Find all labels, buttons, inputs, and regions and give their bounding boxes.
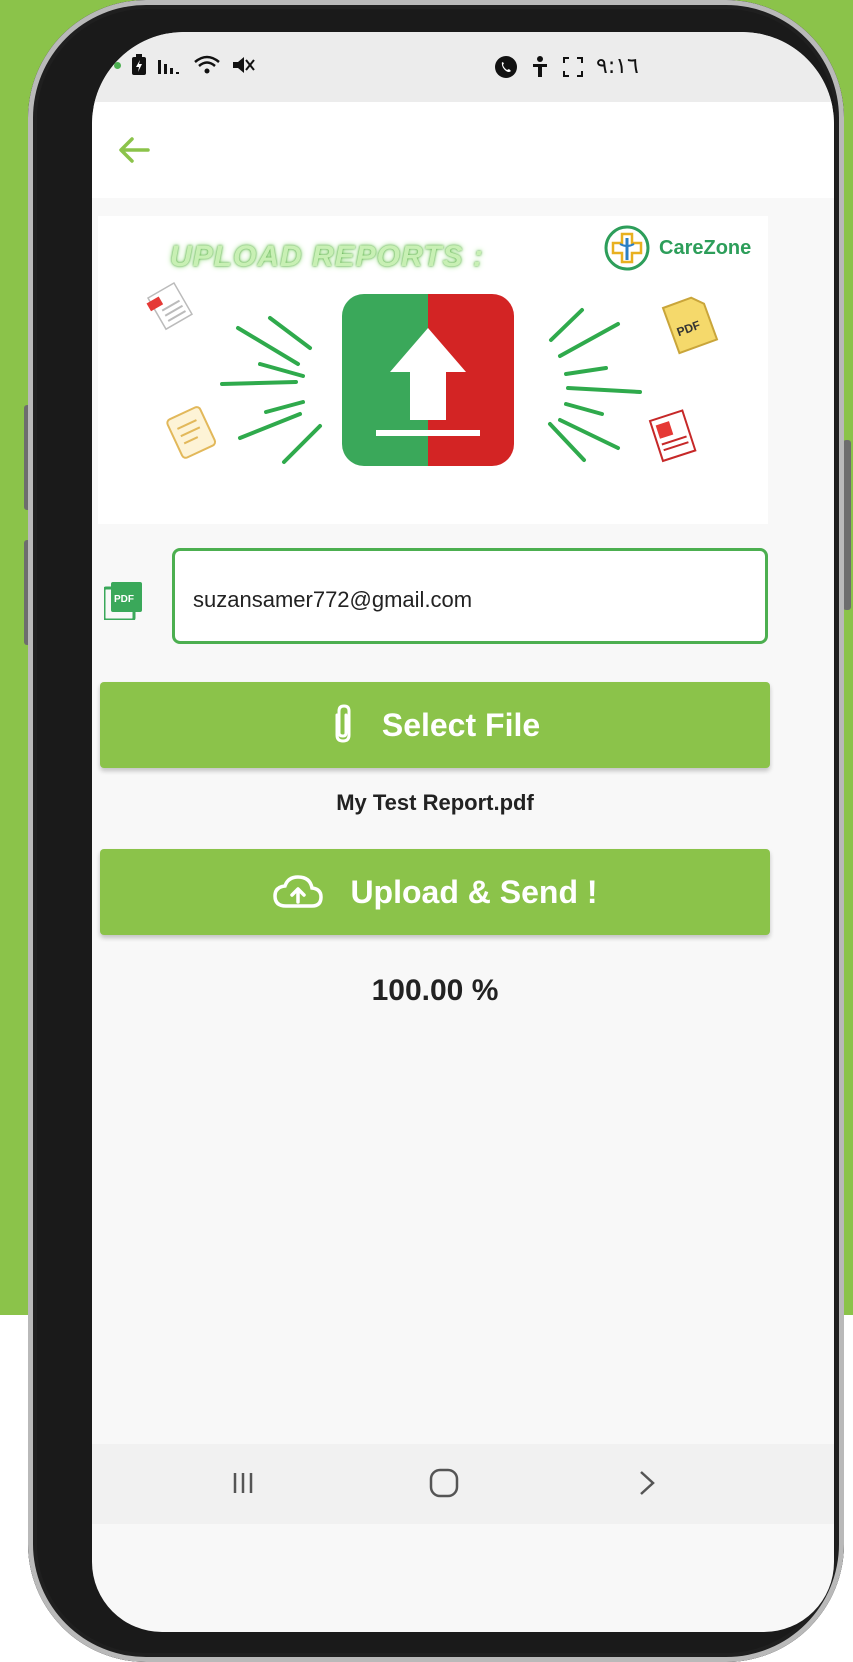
cloud-upload-icon bbox=[273, 875, 324, 908]
upload-reports-banner: UPLOAD REPORTS : CareZone PDF bbox=[98, 216, 768, 524]
pdf-doc-icon-top-right: PDF bbox=[661, 296, 719, 355]
burst-lines-right bbox=[548, 308, 642, 462]
phone-call-icon bbox=[495, 55, 517, 78]
screenshot-frame-icon bbox=[563, 56, 583, 77]
upload-send-label: Upload & Send ! bbox=[350, 873, 598, 910]
wifi-icon bbox=[194, 55, 220, 74]
app-bar bbox=[92, 102, 834, 198]
status-time: ٩:١٦ bbox=[596, 54, 639, 79]
pdf-icon-label: PDF bbox=[114, 594, 134, 605]
charging-dot-icon bbox=[114, 61, 121, 69]
status-left-icons bbox=[114, 54, 255, 76]
phone-screen: ٩:١٦ UPLOAD REPORTS : CareZone PDF PDF s… bbox=[92, 32, 834, 1632]
arrow-left-icon[interactable] bbox=[114, 130, 154, 170]
home-icon[interactable] bbox=[419, 1458, 469, 1508]
doc-icon-bottom-left bbox=[166, 406, 217, 459]
select-file-label: Select File bbox=[381, 706, 541, 743]
email-field-value: suzansamer772@gmail.com bbox=[193, 587, 473, 612]
status-right-icons: ٩:١٦ bbox=[494, 54, 639, 79]
upload-arrow-icon bbox=[342, 294, 514, 466]
doc-icon-top-left bbox=[146, 281, 194, 331]
upload-send-button[interactable]: Upload & Send ! bbox=[100, 849, 770, 935]
upload-progress-text: 100.00 % bbox=[371, 974, 499, 1007]
pdf-icon: PDF bbox=[104, 582, 142, 620]
system-nav-bar bbox=[92, 1444, 834, 1524]
pdf-doc-icon-bottom-right bbox=[648, 409, 697, 463]
selected-file-name: My Test Report.pdf bbox=[336, 790, 534, 815]
email-field[interactable]: suzansamer772@gmail.com bbox=[172, 548, 768, 644]
status-bar: ٩:١٦ bbox=[92, 32, 834, 102]
burst-lines-left bbox=[220, 316, 322, 464]
mute-icon bbox=[233, 57, 255, 73]
select-file-button[interactable]: Select File bbox=[100, 682, 770, 768]
paperclip-icon bbox=[335, 704, 351, 743]
phone-side-button-right bbox=[843, 440, 851, 610]
recent-apps-icon[interactable] bbox=[218, 1458, 268, 1508]
back-chevron-icon[interactable] bbox=[622, 1458, 672, 1508]
accessibility-icon bbox=[533, 55, 547, 77]
phone-frame: ٩:١٦ UPLOAD REPORTS : CareZone PDF PDF s… bbox=[28, 0, 844, 1662]
signal-icon bbox=[158, 60, 179, 74]
battery-icon bbox=[132, 54, 146, 75]
